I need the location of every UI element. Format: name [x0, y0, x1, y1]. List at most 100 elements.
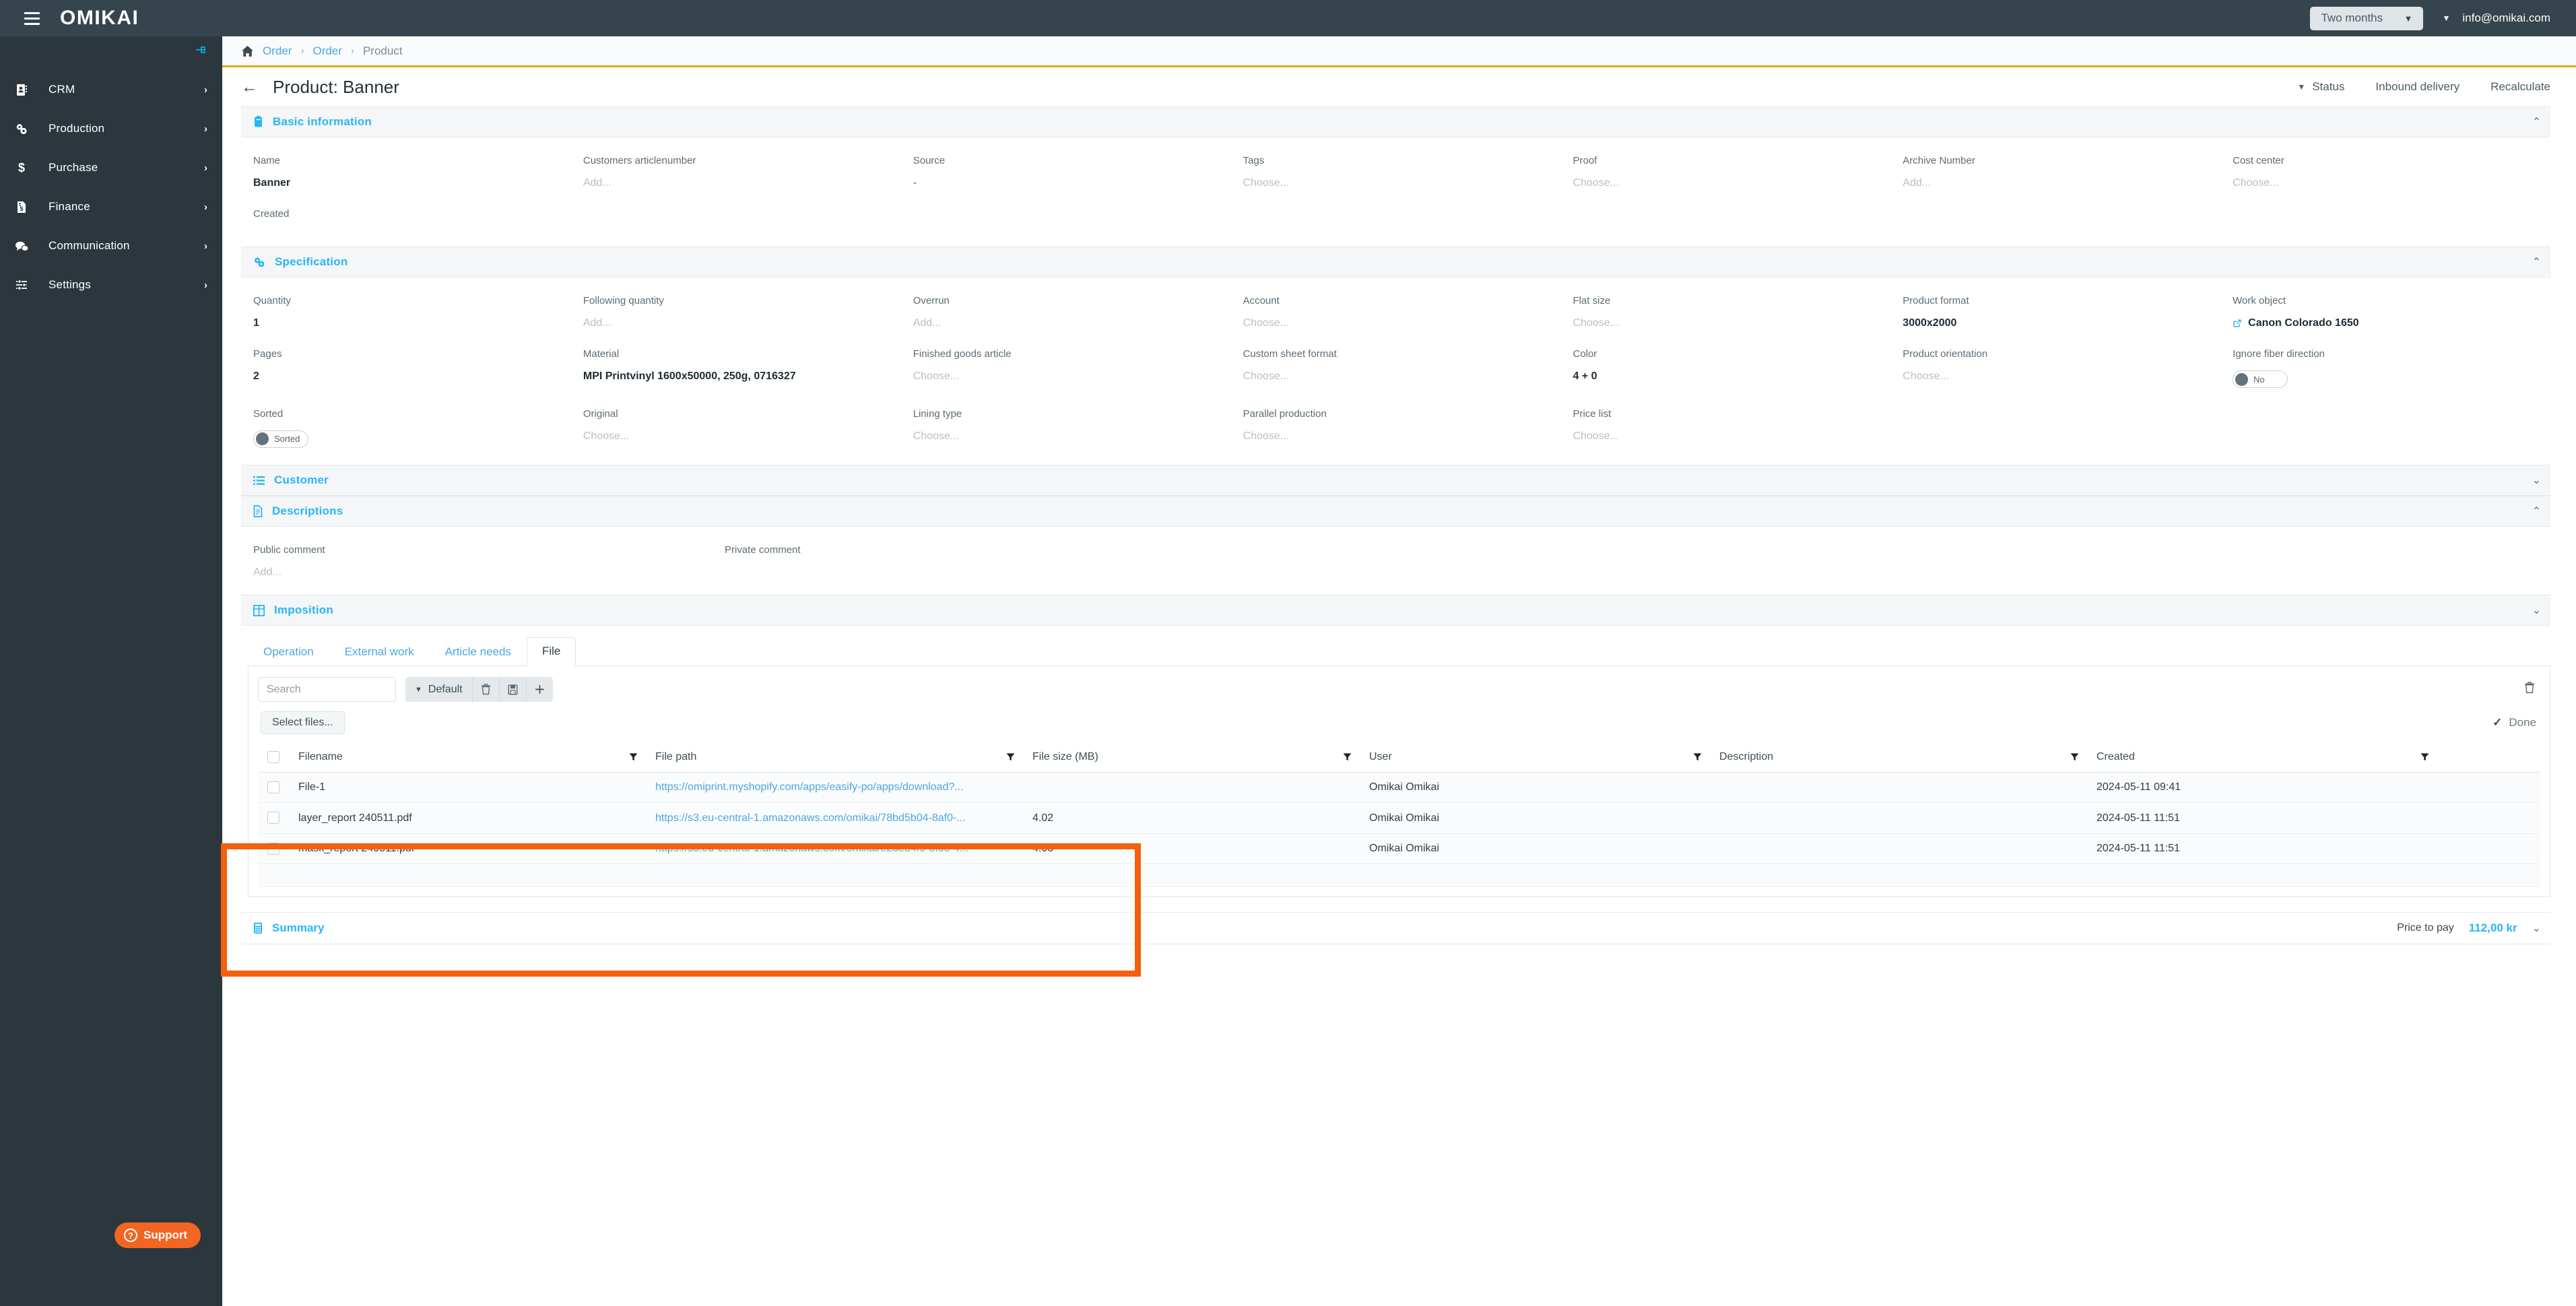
field-value[interactable]: Choose... [1243, 317, 1548, 329]
filter-icon[interactable] [1006, 753, 1015, 762]
field-value[interactable]: 1 [253, 317, 558, 329]
tab-article-needs[interactable]: Article needs [430, 638, 527, 666]
tab-operation[interactable]: Operation [248, 638, 329, 666]
summary-right: Price to pay 112,00 kr ⌄ [2397, 921, 2541, 935]
chevron-up-icon[interactable]: ⌃ [2532, 504, 2541, 518]
field-value[interactable]: 4 + 0 [1573, 370, 1877, 383]
table-row[interactable]: File-1 https://omiprint.myshopify.com/ap… [258, 772, 2540, 804]
sidebar-item-crm[interactable]: CRM › [0, 70, 222, 109]
recalculate-button[interactable]: Recalculate [2490, 80, 2550, 94]
cell-created: 2024-05-11 11:51 [2087, 833, 2437, 864]
field-following-quantity: Following quantity Add... [571, 286, 901, 339]
chevron-down-icon[interactable]: ⌄ [2532, 603, 2541, 617]
breadcrumb-item-order-1[interactable]: Order [263, 44, 292, 58]
field-value[interactable]: Choose... [1903, 370, 2207, 383]
section-header-specification[interactable]: Specification ⌃ [241, 247, 2550, 277]
field-name: Name Banner [241, 145, 571, 199]
field-value[interactable]: Choose... [583, 430, 888, 443]
save-view-button[interactable] [498, 677, 526, 702]
table-row[interactable]: layer_report 240511.pdf https://s3.eu-ce… [258, 802, 2540, 834]
field-value[interactable]: Add... [583, 317, 888, 329]
row-checkbox[interactable] [267, 812, 279, 824]
view-preset-dropdown[interactable]: ▼ Default [405, 677, 472, 702]
home-icon[interactable] [241, 45, 254, 57]
section-header-descriptions[interactable]: Descriptions ⌃ [241, 496, 2550, 527]
filter-icon[interactable] [629, 753, 638, 762]
section-header-basic-information[interactable]: Basic information ⌃ [241, 106, 2550, 137]
field-value-wrapper[interactable]: Canon Colorado 1650 [2233, 317, 2537, 329]
column-header-created[interactable]: Created [2087, 742, 2437, 773]
chevron-up-icon[interactable]: ⌃ [2532, 115, 2541, 129]
field-value[interactable]: Choose... [1573, 177, 1877, 189]
field-value[interactable]: Add... [253, 566, 699, 579]
column-header-description[interactable]: Description [1710, 742, 2087, 773]
cell-user: Omikai Omikai [1360, 802, 1710, 834]
field-value[interactable]: Banner [253, 177, 558, 189]
add-view-button[interactable] [525, 677, 553, 702]
column-label: File size (MB) [1032, 751, 1098, 763]
filter-icon[interactable] [2070, 753, 2079, 762]
field-value[interactable]: Choose... [1243, 430, 1548, 443]
field-value[interactable]: Choose... [2233, 177, 2537, 189]
field-value[interactable]: Add... [1903, 177, 2207, 189]
select-files-button[interactable]: Select files... [261, 711, 345, 734]
column-header-user[interactable]: User [1360, 742, 1710, 773]
row-checkbox[interactable] [267, 842, 279, 855]
file-path-link[interactable]: https://s3.eu-central-1.amazonaws.com/om… [655, 843, 968, 854]
support-button[interactable]: ? Support [114, 1222, 201, 1248]
column-header-filesize[interactable]: File size (MB) [1023, 742, 1360, 773]
hamburger-icon[interactable] [24, 11, 40, 25]
sidebar-item-purchase[interactable]: $ Purchase › [0, 148, 222, 187]
ignore-fiber-direction-toggle[interactable]: No [2233, 370, 2288, 388]
pin-icon[interactable] [194, 43, 207, 59]
column-header-filepath[interactable]: File path [646, 742, 1023, 773]
field-value[interactable]: Choose... [1573, 317, 1877, 329]
sidebar-item-communication[interactable]: Communication › [0, 226, 222, 265]
sidebar-item-settings[interactable]: Settings › [0, 265, 222, 304]
tab-file[interactable]: File [526, 637, 576, 666]
breadcrumb-item-order-2[interactable]: Order [312, 44, 341, 58]
file-path-link[interactable]: https://s3.eu-central-1.amazonaws.com/om… [655, 812, 966, 824]
period-select[interactable]: Two months ▼ [2310, 6, 2424, 30]
section-header-summary[interactable]: Summary Price to pay 112,00 kr ⌄ [241, 911, 2550, 944]
filter-icon[interactable] [1693, 753, 1702, 762]
column-header-filename[interactable]: Filename [289, 742, 646, 773]
field-value[interactable]: 3000x2000 [1903, 317, 2207, 329]
tab-external-work[interactable]: External work [329, 638, 430, 666]
user-menu[interactable]: ▼ info@omikai.com [2442, 11, 2550, 25]
section-title: Basic information [273, 115, 372, 128]
field-value[interactable]: Choose... [1243, 177, 1548, 189]
status-dropdown-button[interactable]: ▼ Status [2297, 80, 2344, 94]
inbound-delivery-button[interactable]: Inbound delivery [2375, 80, 2459, 94]
section-header-imposition[interactable]: Imposition ⌄ [241, 595, 2550, 626]
field-value[interactable]: Choose... [913, 430, 1218, 443]
sidebar-item-production[interactable]: Production › [0, 109, 222, 148]
cell-filesize [1023, 863, 1360, 887]
field-value[interactable]: Add... [913, 317, 1218, 329]
sidebar-item-finance[interactable]: $ Finance › [0, 187, 222, 226]
field-value[interactable]: Add... [583, 177, 888, 189]
field-value[interactable]: Choose... [913, 370, 1218, 383]
search-input[interactable] [258, 677, 396, 702]
done-button[interactable]: ✓ Done [2492, 716, 2540, 729]
table-row[interactable]: mask_report 240511.pdf https://s3.eu-cen… [258, 833, 2540, 864]
field-value[interactable]: 2 [253, 370, 558, 383]
field-row: Pages 2 Material MPI Printvinyl 1600x500… [241, 339, 2550, 399]
field-value[interactable]: - [913, 177, 1218, 189]
sorted-toggle[interactable]: Sorted [253, 430, 309, 448]
filter-icon[interactable] [2420, 753, 2429, 762]
arrow-left-icon[interactable]: ← [241, 78, 258, 96]
field-value[interactable]: MPI Printvinyl 1600x50000, 250g, 0716327 [583, 370, 888, 383]
delete-selected-icon[interactable] [2519, 682, 2540, 697]
chevron-down-icon[interactable]: ⌄ [2532, 921, 2541, 935]
field-value[interactable]: Choose... [1573, 430, 1877, 443]
file-path-link[interactable]: https://omiprint.myshopify.com/apps/easi… [655, 781, 964, 793]
chevron-up-icon[interactable]: ⌃ [2532, 255, 2541, 269]
select-all-checkbox[interactable] [267, 751, 279, 763]
field-value[interactable]: Choose... [1243, 370, 1548, 383]
section-header-customer[interactable]: Customer ⌄ [241, 465, 2550, 496]
row-checkbox[interactable] [267, 781, 279, 794]
delete-view-button[interactable] [471, 677, 499, 702]
chevron-down-icon[interactable]: ⌄ [2532, 474, 2541, 487]
filter-icon[interactable] [1343, 753, 1352, 762]
